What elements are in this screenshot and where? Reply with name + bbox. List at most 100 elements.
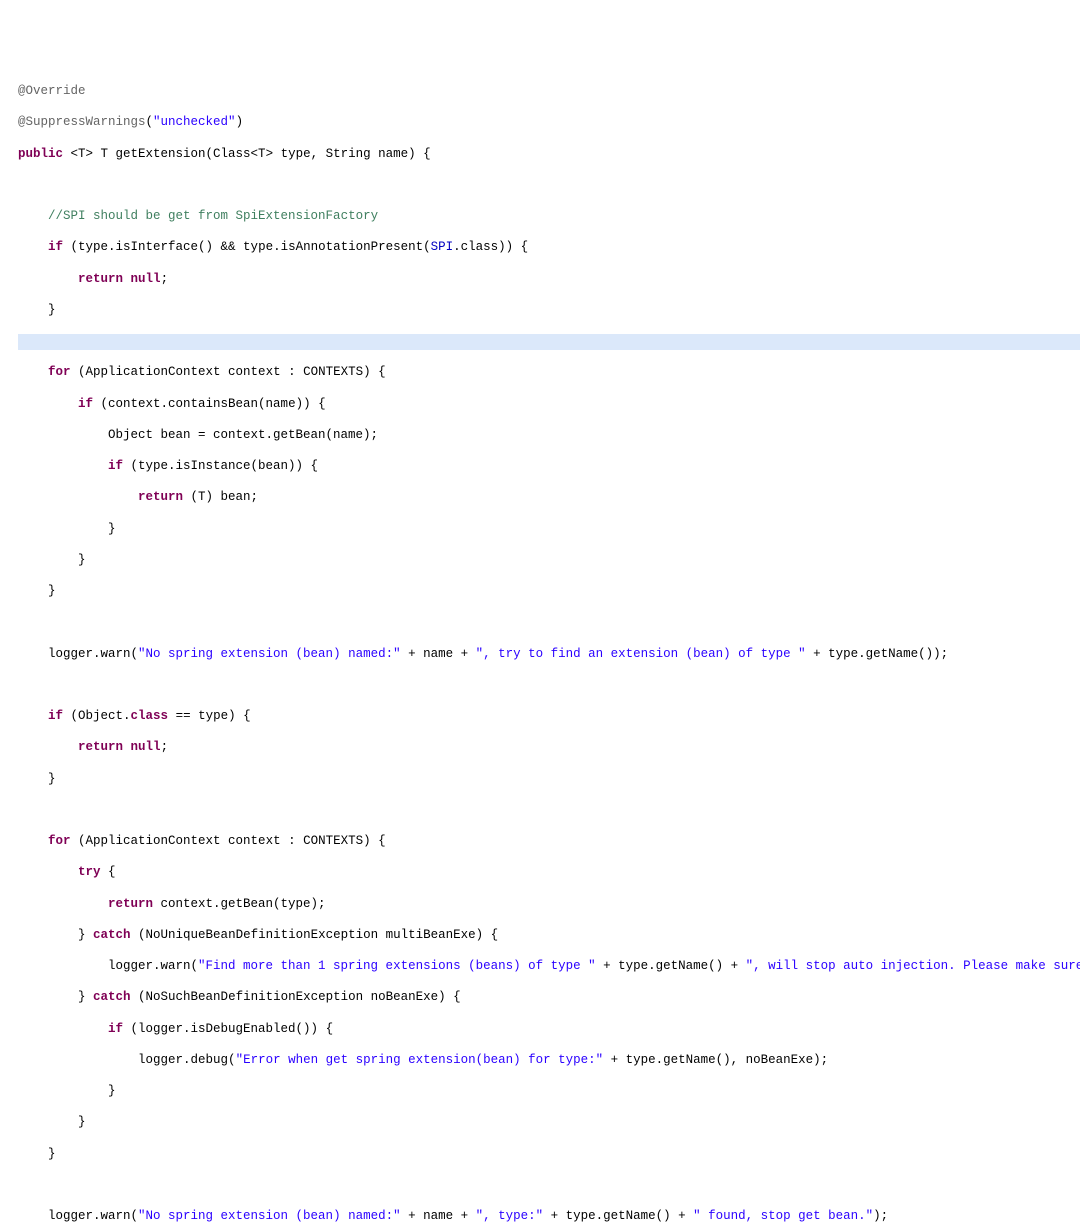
logger-call: logger.debug(	[138, 1053, 236, 1067]
code-line: for (ApplicationContext context : CONTEX…	[18, 365, 1080, 381]
return-expr: (T) bean;	[183, 490, 258, 504]
keyword: for	[48, 365, 71, 379]
condition: (context.containsBean(name)) {	[93, 397, 326, 411]
brace: }	[48, 1147, 56, 1161]
code-line: public <T> T getExtension(Class<T> type,…	[18, 147, 1080, 163]
cond-end: )) {	[498, 240, 528, 254]
brace: }	[48, 772, 56, 786]
code-line: }	[18, 1147, 1080, 1163]
keyword: null	[131, 272, 161, 286]
method-signature: <T> T getExtension(Class<T> type, String…	[71, 147, 431, 161]
keyword: catch	[93, 928, 131, 942]
code-block: @Override @SuppressWarnings("unchecked")…	[18, 69, 1080, 1230]
semicolon: ;	[161, 272, 169, 286]
for-head: (ApplicationContext context : CONTEXTS) …	[71, 834, 386, 848]
code-line: Object bean = context.getBean(name);	[18, 428, 1080, 444]
keyword: catch	[93, 990, 131, 1004]
comment: //SPI should be get from SpiExtensionFac…	[48, 209, 378, 223]
keyword: return	[78, 740, 123, 754]
string-literal: ", type:"	[476, 1209, 544, 1223]
spi-class: SPI	[431, 240, 454, 254]
keyword: null	[131, 740, 161, 754]
annotation-suppress: @SuppressWarnings	[18, 115, 146, 129]
highlighted-line	[18, 334, 1080, 350]
brace: }	[108, 522, 116, 536]
code-line: @SuppressWarnings("unchecked")	[18, 115, 1080, 131]
code-line: for (ApplicationContext context : CONTEX…	[18, 834, 1080, 850]
code-line: logger.debug("Error when get spring exte…	[18, 1053, 1080, 1069]
code-line: logger.warn("No spring extension (bean) …	[18, 647, 1080, 663]
blank-line	[18, 615, 1080, 631]
concat-end: + type.getName());	[806, 647, 949, 661]
concat: + name +	[401, 1209, 476, 1223]
code-line: if (context.containsBean(name)) {	[18, 397, 1080, 413]
blank-line	[18, 678, 1080, 694]
keyword: return	[138, 490, 183, 504]
code-line: //SPI should be get from SpiExtensionFac…	[18, 209, 1080, 225]
blank-line	[18, 178, 1080, 194]
code-line: }	[18, 303, 1080, 319]
concat-end: + type.getName(), noBeanExe);	[603, 1053, 828, 1067]
return-expr: context.getBean(type);	[153, 897, 326, 911]
code-line: if (Object.class == type) {	[18, 709, 1080, 725]
string-literal: "unchecked"	[153, 115, 236, 129]
condition: (type.isInstance(bean)) {	[123, 459, 318, 473]
blank-line	[18, 803, 1080, 819]
code-line: }	[18, 522, 1080, 538]
blank-line	[18, 1178, 1080, 1194]
semicolon: ;	[161, 740, 169, 754]
code-line: } catch (NoSuchBeanDefinitionException n…	[18, 990, 1080, 1006]
annotation-override: @Override	[18, 84, 86, 98]
code-line: logger.warn("No spring extension (bean) …	[18, 1209, 1080, 1225]
condition: (logger.isDebugEnabled()) {	[123, 1022, 333, 1036]
brace: }	[78, 1115, 86, 1129]
code-line: if (logger.isDebugEnabled()) {	[18, 1022, 1080, 1038]
keyword: for	[48, 834, 71, 848]
string-literal: " found, stop get bean."	[693, 1209, 873, 1223]
keyword: return	[108, 897, 153, 911]
concat: + type.getName() +	[596, 959, 746, 973]
keyword: return	[78, 272, 123, 286]
condition-end: == type) {	[168, 709, 251, 723]
statement: Object bean = context.getBean(name);	[108, 428, 378, 442]
string-literal: ", try to find an extension (bean) of ty…	[476, 647, 806, 661]
keyword: if	[48, 240, 63, 254]
concat-end: );	[873, 1209, 888, 1223]
brace: }	[48, 303, 56, 317]
string-literal: "Error when get spring extension(bean) f…	[236, 1053, 604, 1067]
code-line: }	[18, 772, 1080, 788]
code-line: return null;	[18, 272, 1080, 288]
logger-call: logger.warn(	[108, 959, 198, 973]
condition-start: (Object.	[63, 709, 131, 723]
keyword: if	[78, 397, 93, 411]
code-line: logger.warn("Find more than 1 spring ext…	[18, 959, 1080, 975]
brace: }	[108, 1084, 116, 1098]
code-line: if (type.isInstance(bean)) {	[18, 459, 1080, 475]
code-line: }	[18, 584, 1080, 600]
code-line: try {	[18, 865, 1080, 881]
logger-call: logger.warn(	[48, 1209, 138, 1223]
brace: }	[78, 553, 86, 567]
keyword: if	[48, 709, 63, 723]
keyword: if	[108, 1022, 123, 1036]
logger-call: logger.warn(	[48, 647, 138, 661]
string-literal: "Find more than 1 spring extensions (bea…	[198, 959, 596, 973]
dot-class: .class	[453, 240, 498, 254]
code-line: }	[18, 1115, 1080, 1131]
condition: (type.isInterface() && type.isAnnotation…	[63, 240, 431, 254]
code-line: if (type.isInterface() && type.isAnnotat…	[18, 240, 1080, 256]
keyword: public	[18, 147, 63, 161]
catch-clause: (NoUniqueBeanDefinitionException multiBe…	[131, 928, 499, 942]
brace: }	[48, 584, 56, 598]
keyword: if	[108, 459, 123, 473]
code-line: }	[18, 1084, 1080, 1100]
keyword: class	[131, 709, 169, 723]
code-line: } catch (NoUniqueBeanDefinitionException…	[18, 928, 1080, 944]
for-head: (ApplicationContext context : CONTEXTS) …	[71, 365, 386, 379]
code-line: return null;	[18, 740, 1080, 756]
code-line: }	[18, 553, 1080, 569]
keyword: try	[78, 865, 101, 879]
concat: + name +	[401, 647, 476, 661]
code-line: return context.getBean(type);	[18, 897, 1080, 913]
string-literal: "No spring extension (bean) named:"	[138, 1209, 401, 1223]
